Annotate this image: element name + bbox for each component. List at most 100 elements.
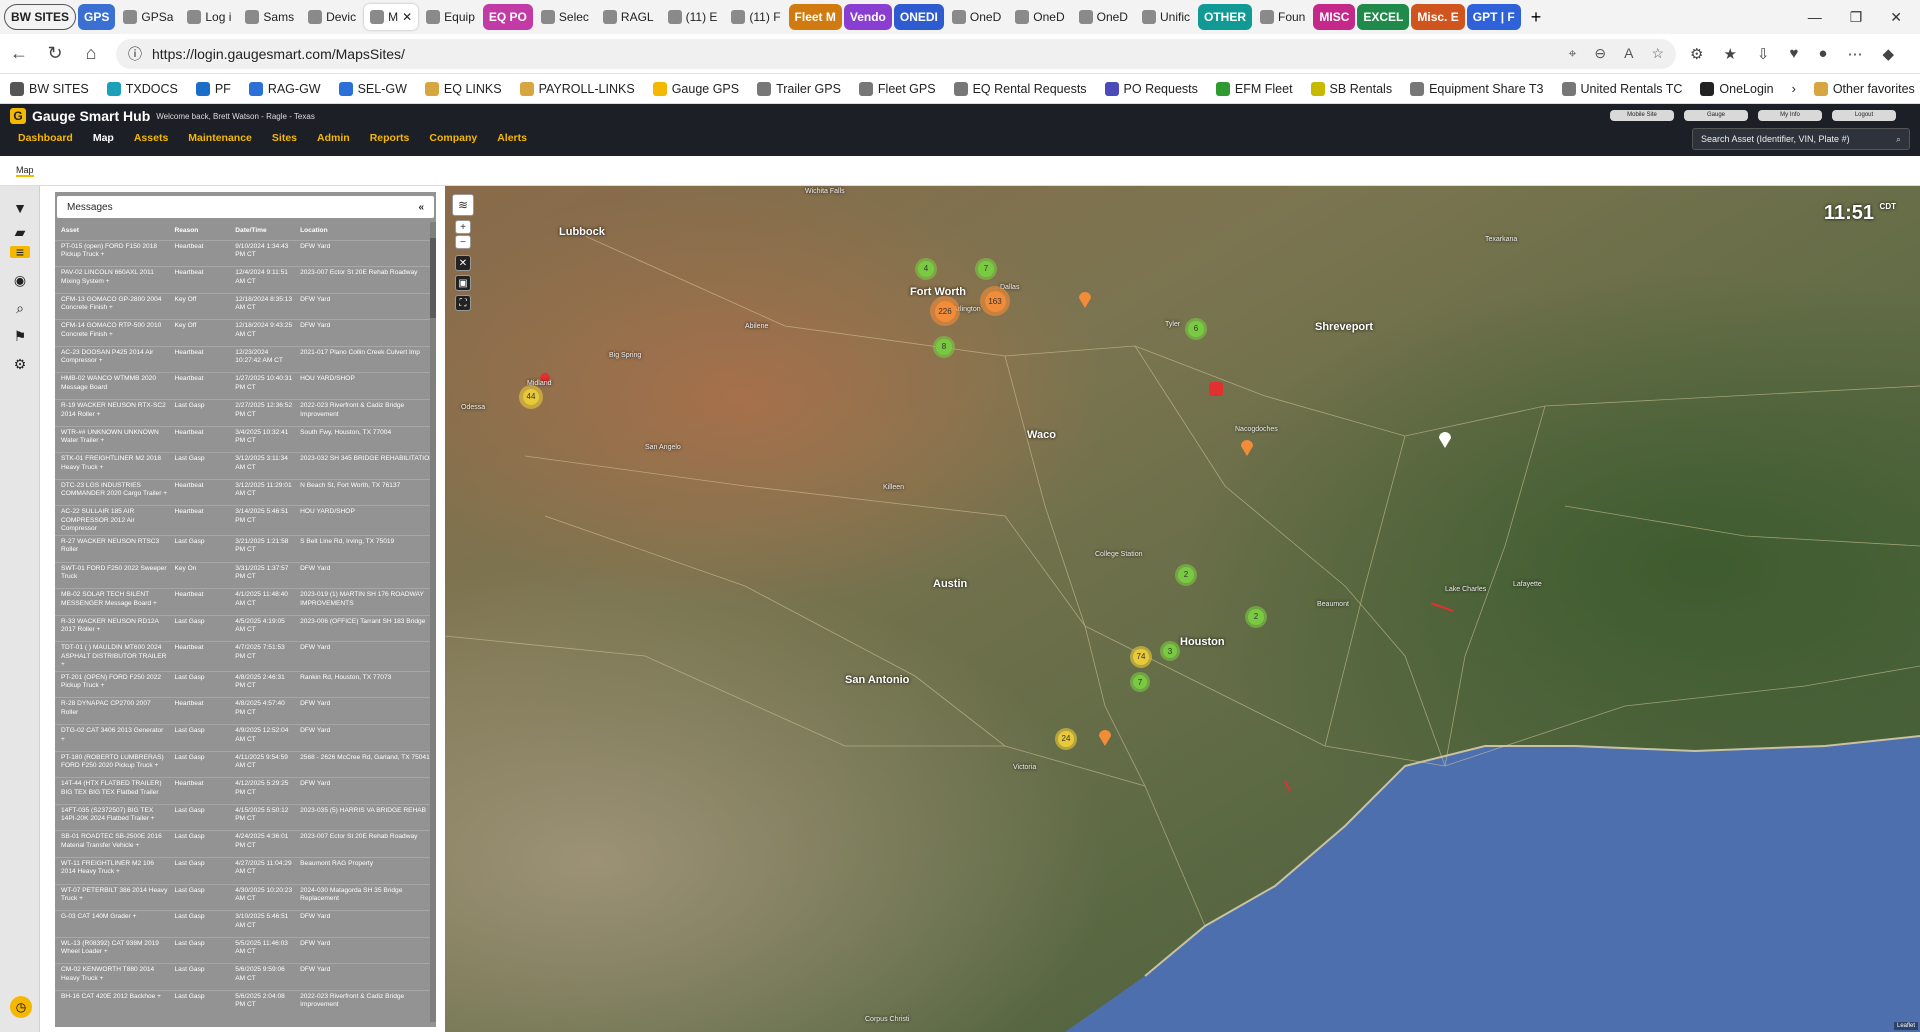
browser-tab[interactable]: Devic — [302, 4, 362, 30]
table-row[interactable]: SWT-01 FORD F250 2022 Sweeper Truck Key O… — [55, 561, 436, 589]
table-row[interactable]: R-27 WACKER NEUSON RTSC3 Roller Last Gasp… — [55, 534, 436, 563]
nav-sites[interactable]: Sites — [272, 132, 297, 144]
bookmark-item[interactable]: Trailer GPS — [757, 81, 841, 96]
nav-assets[interactable]: Assets — [134, 132, 168, 144]
asset-cell[interactable]: R-33 WACKER NEUSON RD12A 2017 Roller + — [55, 614, 169, 642]
home-icon[interactable]: ⌂ — [80, 43, 102, 64]
table-row[interactable]: WL-13 (R08392) CAT 938M 2019 Wheel Loade… — [55, 936, 436, 964]
collapse-panel-button[interactable]: « — [418, 202, 424, 213]
nav-admin[interactable]: Admin — [317, 132, 350, 144]
other-favorites[interactable]: Other favorites — [1813, 81, 1915, 96]
browser-tab[interactable]: Misc. E — [1411, 4, 1465, 30]
column-header-location[interactable]: Location — [294, 222, 436, 240]
browser-tab[interactable]: OneD — [1009, 4, 1070, 30]
browser-tab[interactable]: GPSa — [117, 4, 179, 30]
bookmark-item[interactable]: United Rentals TC — [1561, 81, 1682, 96]
asset-cell[interactable]: BH-16 CAT 420E 2012 Backhoe + — [55, 989, 169, 1018]
location-icon[interactable]: ⌖ — [1568, 45, 1576, 62]
zoom-icon[interactable]: ⊖ — [1594, 45, 1606, 62]
marker-cluster[interactable]: 226 — [930, 296, 960, 326]
table-row[interactable]: 14T-44 (HTX FLATBED TRAILER) BIG TEX BIG… — [55, 777, 436, 805]
map-attribution[interactable]: Leaflet — [1893, 1022, 1918, 1030]
browser-tab[interactable]: MISC — [1313, 4, 1356, 30]
browser-tab[interactable]: Vendo — [843, 4, 892, 30]
asset-cell[interactable]: SWT-01 FORD F250 2022 Sweeper Truck — [55, 561, 169, 589]
close-overlay-icon[interactable]: ✕ — [455, 255, 471, 271]
asset-cell[interactable]: WTR-## UNKNOWN UNKNOWN Water Trailer + — [55, 425, 169, 453]
asset-cell[interactable]: PT-180 (ROBERTO LUMBRERAS) FORD F250 202… — [55, 750, 169, 778]
nav-maintenance[interactable]: Maintenance — [188, 132, 252, 144]
bookmark-item[interactable]: EFM Fleet — [1215, 81, 1293, 96]
read-aloud-icon[interactable]: A — [1624, 45, 1633, 62]
table-row[interactable]: R-28 DYNAPAC CP2700 2007 Roller Heartbeat… — [55, 697, 436, 725]
asset-cell[interactable]: PT-015 (open) FORD F150 2018 Pickup Truc… — [55, 239, 169, 267]
browser-tab[interactable]: GPT | F — [1466, 4, 1521, 30]
table-row[interactable]: WT-07 PETERBILT 386 2014 Heavy Truck + La… — [55, 883, 436, 911]
bookmark-item[interactable]: EQ LINKS — [424, 81, 502, 96]
bookmark-item[interactable]: Equipment Share T3 — [1410, 81, 1544, 96]
logout-button[interactable]: Logout — [1832, 110, 1896, 121]
nav-reports[interactable]: Reports — [370, 132, 410, 144]
table-row[interactable]: STK-01 FREIGHTLINER M2 2018 Heavy Truck … — [55, 452, 436, 480]
search-map-icon[interactable]: ⌕ — [10, 298, 30, 318]
asset-cell[interactable]: PAV-02 LINCOLN 660AXL 2011 Mixing System… — [55, 266, 169, 294]
bookmark-item[interactable]: TXDOCS — [106, 81, 178, 96]
browser-tab[interactable]: OTHER — [1198, 4, 1252, 30]
app-logo[interactable]: G Gauge Smart Hub Welcome back, Brett Wa… — [10, 108, 315, 124]
browser-tab[interactable]: (11) F — [725, 4, 786, 30]
table-row[interactable]: PT-015 (open) FORD F150 2018 Pickup Truc… — [55, 239, 436, 267]
asset-cell[interactable]: SB-01 ROADTEC SB-2500E 2016 Material Tra… — [55, 830, 169, 858]
search-icon[interactable]: ⌕ — [1896, 134, 1901, 145]
tab-map[interactable]: Map — [16, 165, 34, 177]
bookmark-item[interactable]: PO Requests — [1104, 81, 1198, 96]
bookmark-item[interactable]: PF — [195, 81, 231, 96]
bookmark-item[interactable]: BW SITES — [10, 81, 89, 96]
nav-company[interactable]: Company — [429, 132, 477, 144]
close-window-icon[interactable]: ✕ — [1890, 9, 1902, 26]
new-tab-icon[interactable]: + — [1523, 7, 1550, 28]
table-row[interactable]: R-19 WACKER NEUSON RTX-SC2 2014 Roller +… — [55, 399, 436, 427]
layers-icon[interactable]: ≋ — [452, 194, 474, 216]
marker-cluster[interactable]: 7 — [975, 258, 997, 280]
browser-tab[interactable]: Foun — [1254, 4, 1311, 30]
browser-tab[interactable]: EXCEL — [1357, 4, 1410, 30]
table-row[interactable]: DTG-02 CAT 3406 2013 Generator + Last Gas… — [55, 724, 436, 752]
column-header-date-time[interactable]: Date/Time — [229, 222, 294, 240]
asset-cell[interactable]: TDT-01 ( ) MAULDIN MT600 2024 ASPHALT DI… — [55, 641, 169, 672]
url-text[interactable]: https://login.gaugesmart.com/MapsSites/ — [152, 46, 405, 62]
asset-cell[interactable]: 14FT-035 (S2372507) BIG TEX 14PI-20K 202… — [55, 803, 169, 831]
table-row[interactable]: G-03 CAT 140M Grader + Last Gasp 3/10/2025… — [55, 910, 436, 938]
gauge-button[interactable]: Gauge — [1684, 110, 1748, 121]
browser-tab[interactable]: Selec — [535, 4, 595, 30]
marker-cluster[interactable]: 6 — [1185, 318, 1207, 340]
zoom-in-button[interactable]: + — [455, 220, 471, 234]
asset-cell[interactable]: MB-02 SOLAR TECH SILENT MESSENGER Messag… — [55, 588, 169, 616]
asset-cell[interactable]: 14T-44 (HTX FLATBED TRAILER) BIG TEX BIG… — [55, 777, 169, 805]
marker-cluster[interactable]: 7 — [1130, 672, 1150, 692]
bookmark-item[interactable]: PAYROLL-LINKS — [519, 81, 635, 96]
asset-search-input[interactable]: Search Asset (Identifier, VIN, Plate #) … — [1692, 128, 1910, 150]
marker-cluster[interactable]: 3 — [1160, 641, 1180, 661]
minimize-icon[interactable]: — — [1808, 9, 1822, 26]
marker-cluster[interactable]: 44 — [519, 385, 543, 409]
profile-avatar[interactable]: ● — [1818, 45, 1827, 63]
asset-cell[interactable]: WT-11 FREIGHTLINER M2 106 2014 Heavy Tru… — [55, 856, 169, 885]
zoom-out-button[interactable]: − — [455, 235, 471, 249]
marker-cluster[interactable]: 8 — [933, 336, 955, 358]
bookmark-item[interactable]: SEL-GW — [338, 81, 407, 96]
asset-cell[interactable]: WT-07 PETERBILT 386 2014 Heavy Truck + — [55, 883, 169, 911]
asset-cell[interactable]: R-28 DYNAPAC CP2700 2007 Roller — [55, 697, 169, 725]
bookmark-item[interactable]: Gauge GPS — [652, 81, 739, 96]
table-row[interactable]: CFM-13 GOMACO GP-2800 2004 Concrete Fini… — [55, 292, 436, 320]
marker-cluster[interactable]: 4 — [915, 258, 937, 280]
bookmark-item[interactable]: RAG-GW — [248, 81, 321, 96]
table-row[interactable]: R-33 WACKER NEUSON RD12A 2017 Roller + La… — [55, 614, 436, 642]
browser-tab[interactable]: Fleet M — [788, 4, 842, 30]
site-info-icon[interactable]: ⓘ — [128, 44, 142, 64]
browser-tab[interactable]: BW SITES — [4, 4, 77, 30]
asset-cell[interactable]: R-27 WACKER NEUSON RTSC3 Roller — [55, 534, 169, 563]
browser-tab[interactable]: Log i — [181, 4, 237, 30]
table-row[interactable]: TDT-01 ( ) MAULDIN MT600 2024 ASPHALT DI… — [55, 641, 436, 672]
more-icon[interactable]: ⋯ — [1847, 45, 1862, 63]
table-row[interactable]: CFM-14 GOMACO RTP-500 2010 Concrete Fini… — [55, 319, 436, 347]
